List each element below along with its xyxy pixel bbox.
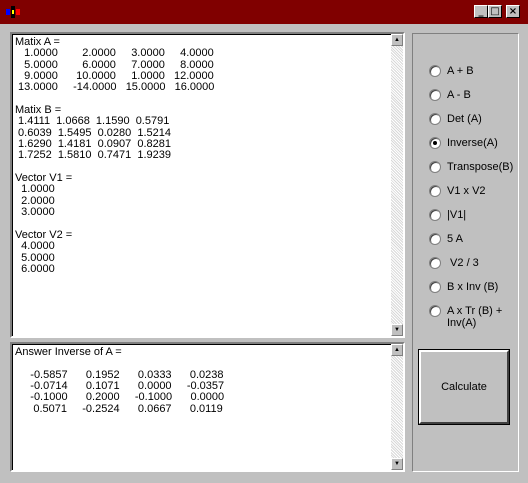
radio-option-label: Det (A) (447, 113, 482, 125)
radio-unchecked-icon[interactable] (429, 185, 441, 197)
title-bar[interactable]: _ □ × (0, 0, 528, 24)
answer-textarea[interactable]: Answer Inverse of A = -0.5857 0.1952 0.0… (10, 342, 405, 472)
radio-unchecked-icon[interactable] (429, 233, 441, 245)
radio-unchecked-icon[interactable] (429, 209, 441, 221)
radio-checked-icon[interactable] (429, 137, 441, 149)
input-textarea[interactable]: Matix A = 1.0000 2.0000 3.0000 4.0000 5.… (10, 32, 405, 338)
radio-unchecked-icon[interactable] (429, 65, 441, 77)
radio-option-label: V2 / 3 (447, 257, 479, 269)
radio-unchecked-icon[interactable] (429, 161, 441, 173)
radio-option-label: 5 A (447, 233, 463, 245)
radio-unchecked-icon[interactable] (429, 257, 441, 269)
radio-option-label: V1 x V2 (447, 185, 486, 197)
app-icon (6, 6, 20, 18)
input-text: Matix A = 1.0000 2.0000 3.0000 4.0000 5.… (15, 36, 215, 275)
scroll-up-arrow-icon[interactable]: ▲ (391, 34, 403, 46)
scroll-down-arrow-icon[interactable]: ▼ (391, 458, 403, 470)
scroll-down-arrow-icon[interactable]: ▼ (391, 324, 403, 336)
radio-option-label: Inverse(A) (447, 137, 498, 149)
radio-unchecked-icon[interactable] (429, 113, 441, 125)
radio-unchecked-icon[interactable] (429, 89, 441, 101)
radio-option-label: A + B (447, 65, 474, 77)
maximize-button[interactable]: □ (488, 5, 502, 18)
radio-option-label: Transpose(B) (447, 161, 514, 173)
radio-option-label: A x Tr (B) + Inv(A) (447, 305, 503, 329)
radio-unchecked-icon[interactable] (429, 281, 441, 293)
answer-text: Answer Inverse of A = -0.5857 0.1952 0.0… (15, 346, 225, 415)
radio-option-label: A - B (447, 89, 471, 101)
scroll-up-arrow-icon[interactable]: ▲ (391, 344, 403, 356)
answer-scrollbar[interactable]: ▲ ▼ (391, 344, 403, 470)
input-scrollbar[interactable]: ▲ ▼ (391, 34, 403, 336)
calculate-button[interactable]: Calculate (418, 349, 510, 425)
radio-unchecked-icon[interactable] (429, 305, 441, 317)
minimize-button[interactable]: _ (474, 5, 488, 18)
radio-option-label: |V1| (447, 209, 467, 221)
radio-option-label: B x Inv (B) (447, 281, 499, 293)
close-button[interactable]: × (506, 5, 520, 18)
calculate-button-label: Calculate (441, 381, 487, 393)
